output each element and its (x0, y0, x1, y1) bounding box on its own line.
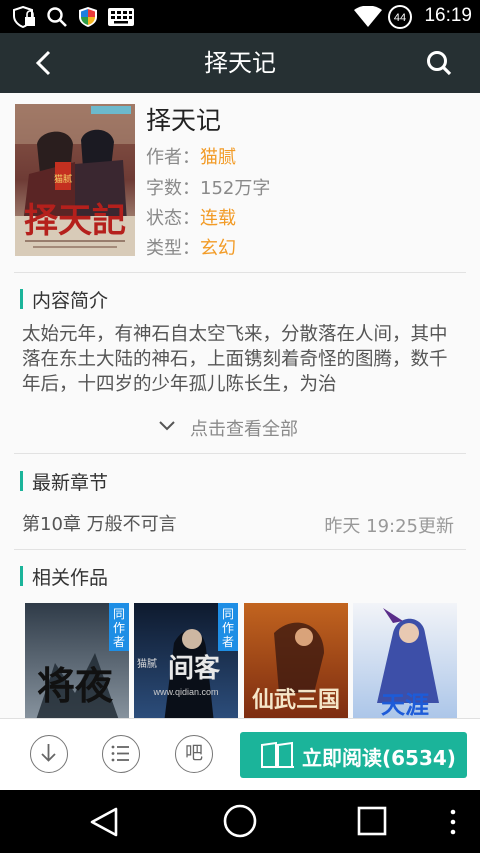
section-accent-bar (20, 566, 23, 586)
status-label: 状态： (146, 208, 200, 229)
svg-text:猫腻: 猫腻 (137, 657, 157, 670)
read-now-label: 立即阅读(6534) (302, 746, 456, 770)
expand-intro-label: 点击查看全部 (190, 419, 298, 440)
intro-heading: 内容简介 (32, 290, 109, 312)
svg-text:www.qidian.com: www.qidian.com (152, 687, 218, 697)
section-accent-bar (20, 471, 23, 491)
app-bar: 择天记 (0, 33, 480, 93)
security-shield-icon (79, 7, 97, 27)
wifi-icon (354, 6, 382, 27)
svg-text:将夜: 将夜 (37, 663, 114, 708)
search-icon (47, 7, 67, 27)
list-icon (111, 745, 129, 762)
nav-home-icon[interactable] (222, 803, 258, 839)
book-genre-row: 类型：玄幻 (146, 234, 236, 260)
author-link[interactable]: 猫腻 (200, 147, 236, 168)
intro-text: 太始元年，有神石自太空飞来，分散落在人间，其中落在东土大陆的神石，上面镌刻着奇怪… (22, 324, 448, 395)
related-book-2[interactable]: 猫腻 间客 www.qidian.com 同作者 (134, 603, 238, 718)
book-title: 择天记 (146, 106, 222, 135)
download-button[interactable] (30, 735, 68, 773)
same-author-tag: 同作者 (109, 603, 129, 651)
divider (14, 453, 466, 454)
book-status-row: 状态：连载 (146, 204, 236, 230)
book-detail-content[interactable]: 择天記 猫腻 择天记 作者：猫腻 字数：152万字 状态：连载 类型：玄幻 内容… (0, 93, 480, 718)
keyboard-icon (108, 8, 134, 26)
divider (14, 272, 466, 273)
svg-text:仙武三国: 仙武三国 (252, 687, 340, 713)
status-time: 16:19 (424, 5, 472, 26)
forum-button[interactable]: 吧 (175, 735, 213, 773)
system-nav-bar (0, 790, 480, 853)
section-accent-bar (20, 289, 23, 309)
chevron-down-icon (159, 421, 175, 431)
expand-intro-button[interactable]: 点击查看全部 (0, 415, 480, 440)
bottom-action-bar: 吧 立即阅读(6534) (0, 718, 480, 790)
search-button[interactable] (420, 45, 460, 81)
words-value: 152万字 (200, 178, 271, 199)
nav-back-icon[interactable] (88, 806, 122, 838)
forum-label: 吧 (185, 743, 203, 764)
genre-label: 类型： (146, 238, 200, 259)
latest-heading: 最新章节 (32, 472, 109, 494)
latest-chapter-link[interactable]: 第10章 万般不可言 (22, 510, 177, 536)
same-author-tag: 同作者 (218, 603, 238, 651)
read-now-button[interactable]: 立即阅读(6534) (240, 732, 467, 778)
svg-text:择天記: 择天記 (24, 201, 126, 241)
svg-text:间客: 间客 (168, 653, 221, 684)
svg-text:猫腻: 猫腻 (54, 173, 72, 185)
genre-link[interactable]: 玄幻 (200, 238, 236, 259)
latest-update-time: 昨天 19:25更新 (324, 516, 454, 537)
status-bar: 44 16:19 (0, 0, 480, 33)
book-author-row: 作者：猫腻 (146, 143, 236, 169)
search-icon (427, 51, 452, 76)
related-book-3[interactable]: 仙武三国 (244, 603, 348, 718)
svg-text:天涯: 天涯 (381, 690, 429, 718)
related-book-1[interactable]: 将夜 同作者 (25, 603, 129, 718)
divider (14, 549, 466, 550)
page-title: 择天记 (204, 49, 276, 77)
download-icon (41, 744, 56, 762)
book-cover[interactable]: 择天記 猫腻 (15, 104, 135, 256)
related-book-4[interactable]: 天涯 (353, 603, 457, 718)
shield-lock-icon (13, 6, 35, 28)
book-words-row: 字数：152万字 (146, 174, 270, 200)
words-label: 字数： (146, 178, 200, 199)
overflow-menu-icon[interactable] (446, 808, 460, 836)
chapter-list-button[interactable] (102, 735, 140, 773)
related-heading: 相关作品 (32, 567, 109, 589)
author-label: 作者： (146, 147, 200, 168)
battery-icon: 44 (388, 5, 412, 29)
nav-recents-icon[interactable] (356, 805, 388, 837)
svg-text:44: 44 (394, 12, 406, 24)
status-value: 连载 (200, 208, 236, 229)
open-book-icon (261, 741, 294, 768)
